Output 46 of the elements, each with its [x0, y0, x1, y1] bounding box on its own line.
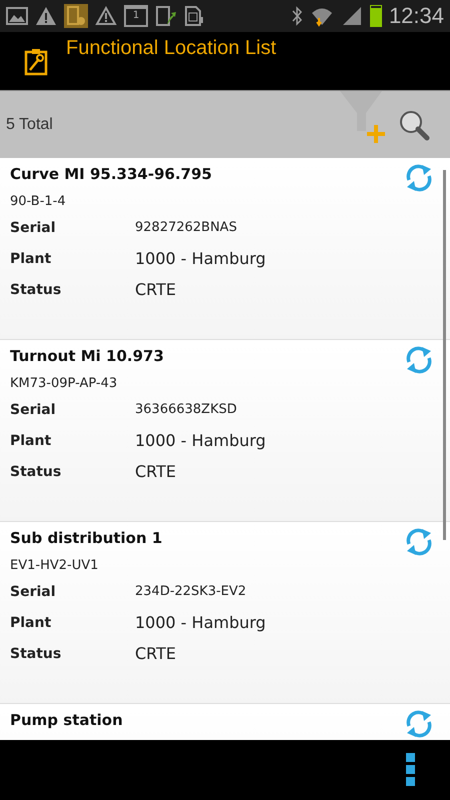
field-value: CRTE [135, 280, 176, 299]
location-card[interactable]: Curve MI 95.334-96.795 90-B-1-4 Serial 92827262BNAS Plant 1000 - Hamburg Status CRTE [0, 158, 450, 340]
device-settings-icon [64, 4, 88, 28]
field-value: 1000 - Hamburg [135, 249, 266, 268]
field-label: Plant [10, 432, 52, 448]
location-code: 90-B-1-4 [10, 194, 67, 211]
warning-icon [35, 6, 57, 26]
clock-time: 12:34 [388, 3, 444, 29]
battery-icon [370, 5, 382, 27]
field-label: Serial [10, 220, 57, 236]
field-value: 234D-22SK3-EV2 [135, 584, 246, 599]
field-value: CRTE [135, 462, 176, 481]
field-label: Status [10, 464, 62, 480]
field-value: 92827262BNAS [135, 220, 237, 235]
field-label: Plant [10, 250, 52, 266]
total-count: 5 Total [6, 116, 54, 134]
field-value: 1000 - Hamburg [135, 613, 266, 632]
image-icon [6, 6, 28, 26]
field-value: CRTE [135, 644, 176, 663]
location-title: Sub distribution 1 [10, 529, 162, 547]
warning-outline-icon [95, 6, 117, 26]
location-title: Pump station [10, 711, 123, 729]
bluetooth-icon [290, 6, 303, 26]
field-value: 1000 - Hamburg [135, 431, 266, 450]
location-title: Curve MI 95.334-96.795 [10, 165, 212, 183]
sync-icon[interactable] [404, 345, 434, 375]
sync-icon[interactable] [404, 709, 434, 739]
screen-title: Functional Location List [66, 37, 276, 60]
field-value: 36366638ZKSD [135, 402, 237, 417]
field-label: Status [10, 646, 62, 662]
search-icon[interactable] [398, 108, 430, 140]
sim-card-icon [184, 5, 204, 27]
phone-upload-icon [155, 5, 177, 27]
field-label: Serial [10, 402, 57, 418]
calendar-icon: 1 [124, 5, 148, 27]
clipboard-wrench-icon[interactable] [24, 48, 48, 76]
field-label: Plant [10, 614, 52, 630]
field-label: Serial [10, 584, 57, 600]
overflow-menu-icon[interactable] [406, 753, 416, 787]
location-code: KM73-09P-AP-43 [10, 376, 118, 393]
sync-icon[interactable] [404, 163, 434, 193]
sync-icon[interactable] [404, 527, 434, 557]
field-label: Status [10, 282, 62, 298]
location-title: Turnout Mi 10.973 [10, 347, 164, 365]
signal-icon [340, 6, 363, 26]
location-code: EV1-HV2-UV1 [10, 558, 100, 575]
